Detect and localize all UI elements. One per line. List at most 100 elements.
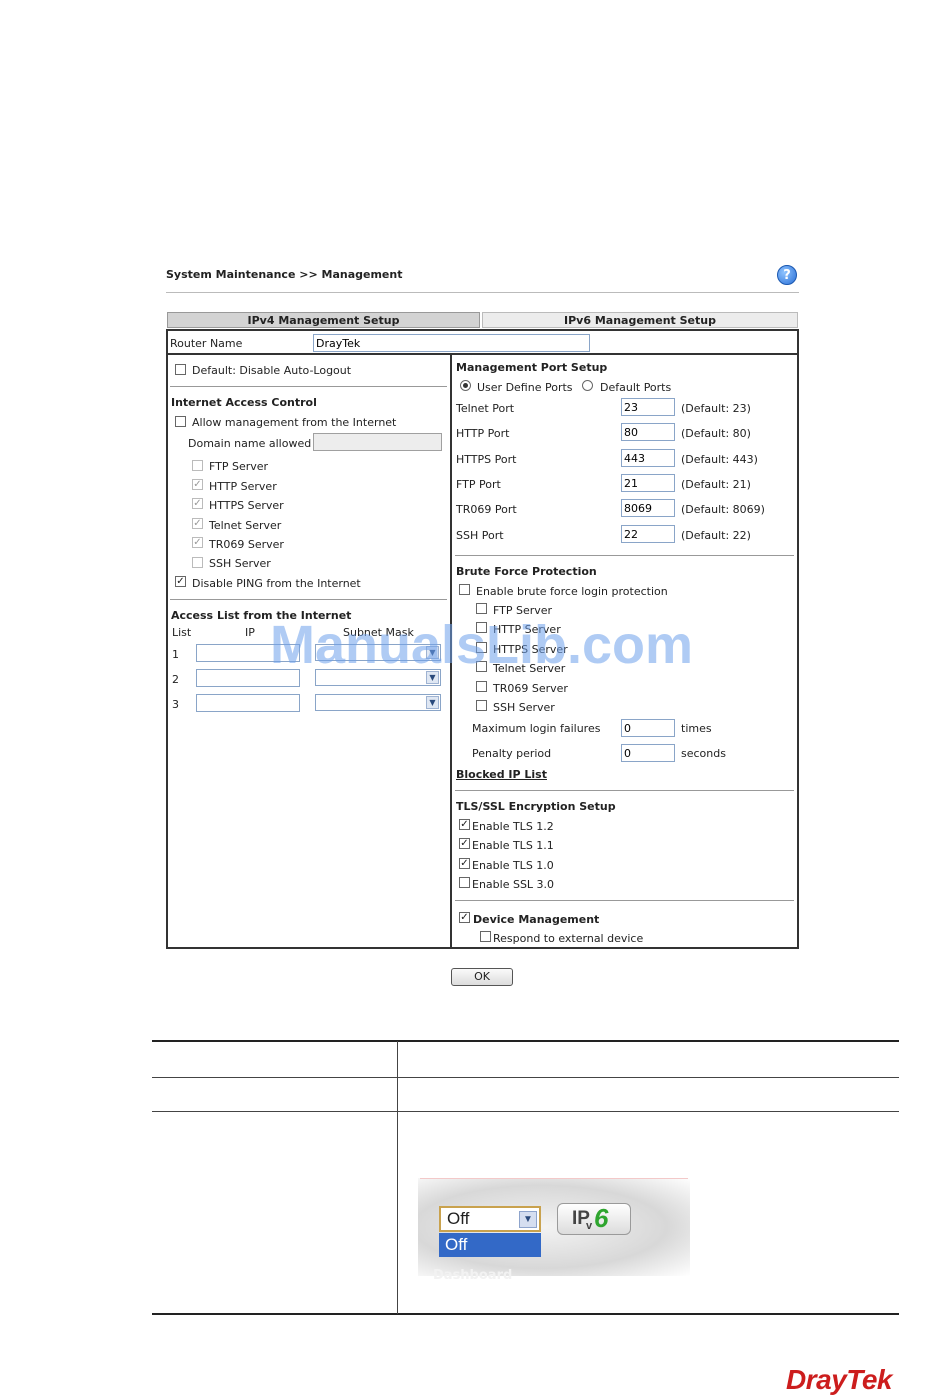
iac-ssh-checkbox[interactable] [192, 557, 203, 568]
section-divider [455, 555, 794, 556]
penalty-period-unit: seconds [681, 747, 726, 760]
disable-ping-checkbox[interactable]: ✓ [175, 576, 186, 587]
iac-http-label: HTTP Server [209, 480, 277, 493]
page-title: System Maintenance >> Management [166, 268, 403, 281]
https-port-label: HTTPS Port [456, 453, 517, 466]
device-management-checkbox[interactable]: ✓ [459, 912, 470, 923]
penalty-period-input[interactable] [621, 744, 675, 762]
internet-access-control-heading: Internet Access Control [171, 396, 317, 409]
ipv6-button[interactable]: IP v 6 [557, 1203, 631, 1235]
iac-tr069-label: TR069 Server [209, 538, 284, 551]
default-ports-radio[interactable] [582, 380, 593, 391]
ssl30-checkbox[interactable] [459, 877, 470, 888]
table-row-rule [152, 1111, 899, 1112]
tls10-checkbox[interactable]: ✓ [459, 858, 470, 869]
max-login-failures-label: Maximum login failures [472, 722, 601, 735]
draytek-logo: DrayTek [786, 1364, 892, 1396]
tls12-label: Enable TLS 1.2 [472, 820, 554, 833]
iac-ftp-label: FTP Server [209, 460, 269, 473]
ssh-port-default: (Default: 22) [681, 529, 751, 542]
https-port-input[interactable] [621, 449, 675, 467]
respond-external-checkbox[interactable] [480, 931, 491, 942]
auto-logout-checkbox[interactable] [175, 364, 186, 375]
tr069-port-label: TR069 Port [456, 503, 517, 516]
domain-name-input[interactable] [313, 433, 442, 451]
iac-https-label: HTTPS Server [209, 499, 284, 512]
penalty-period-label: Penalty period [472, 747, 552, 760]
tab-ipv6-management[interactable]: IPv6 Management Setup [482, 312, 798, 328]
iac-http-checkbox[interactable]: ✓ [192, 479, 203, 490]
subnet-mask-select[interactable]: ▼ [315, 694, 441, 711]
tr069-port-default: (Default: 8069) [681, 503, 765, 516]
bfp-ssh-label: SSH Server [493, 701, 555, 714]
bfp-ssh-checkbox[interactable] [476, 700, 487, 711]
management-port-heading: Management Port Setup [456, 361, 608, 374]
device-management-label: Device Management [473, 913, 600, 926]
max-login-failures-input[interactable] [621, 719, 675, 737]
access-list-row-num: 2 [172, 673, 179, 686]
watermark: ManualsLib.com [270, 615, 694, 675]
telnet-port-input[interactable] [621, 398, 675, 416]
ssh-port-input[interactable] [621, 525, 675, 543]
tls10-label: Enable TLS 1.0 [472, 859, 554, 872]
tls11-checkbox[interactable]: ✓ [459, 838, 470, 849]
dashboard-select[interactable]: Off ▼ [439, 1206, 541, 1232]
iac-ftp-checkbox[interactable] [192, 460, 203, 471]
section-divider [455, 790, 794, 791]
table-row-rule [152, 1077, 899, 1078]
chevron-down-icon: ▼ [519, 1211, 537, 1228]
http-port-label: HTTP Port [456, 427, 510, 440]
iac-telnet-label: Telnet Server [209, 519, 282, 532]
enable-brute-force-checkbox[interactable] [459, 584, 470, 595]
disable-ping-label: Disable PING from the Internet [192, 577, 361, 590]
max-login-failures-unit: times [681, 722, 712, 735]
default-ports-label: Default Ports [600, 381, 672, 394]
ftp-port-input[interactable] [621, 474, 675, 492]
access-list-row-num: 1 [172, 648, 179, 661]
allow-management-checkbox[interactable] [175, 416, 186, 427]
blocked-ip-list-link[interactable]: Blocked IP List [456, 768, 547, 781]
brute-force-heading: Brute Force Protection [456, 565, 597, 578]
enable-brute-force-label: Enable brute force login protection [476, 585, 668, 598]
telnet-port-default: (Default: 23) [681, 402, 751, 415]
allow-management-label: Allow management from the Internet [192, 416, 397, 429]
help-icon[interactable]: ? [777, 265, 797, 285]
bfp-tr069-label: TR069 Server [493, 682, 568, 695]
http-port-default: (Default: 80) [681, 427, 751, 440]
iac-ssh-label: SSH Server [209, 557, 271, 570]
iac-tr069-checkbox[interactable]: ✓ [192, 537, 203, 548]
section-divider [170, 599, 447, 600]
tls-ssl-heading: TLS/SSL Encryption Setup [456, 800, 616, 813]
dashboard-select-value: Off [447, 1209, 470, 1228]
logo-part2: Tek [846, 1364, 892, 1395]
ipv6-six-text: 6 [594, 1203, 609, 1233]
table-bottom-rule [152, 1313, 899, 1315]
access-list-row-num: 3 [172, 698, 179, 711]
iac-telnet-checkbox[interactable]: ✓ [192, 518, 203, 529]
access-list-col-ip: IP [245, 626, 255, 639]
dashboard-option-off[interactable]: Off [439, 1233, 541, 1257]
screenshot-edge [420, 1178, 688, 1179]
title-divider [166, 292, 799, 293]
respond-external-label: Respond to external device [493, 932, 644, 945]
tab-ipv4-management[interactable]: IPv4 Management Setup [167, 312, 480, 328]
access-list-col-list: List [172, 626, 192, 639]
router-name-input[interactable] [313, 334, 590, 352]
ssh-port-label: SSH Port [456, 529, 504, 542]
iac-https-checkbox[interactable]: ✓ [192, 498, 203, 509]
auto-logout-label: Default: Disable Auto-Logout [192, 364, 352, 377]
ok-button[interactable]: OK [451, 968, 513, 986]
user-define-radio[interactable] [460, 380, 471, 391]
bfp-ftp-checkbox[interactable] [476, 603, 487, 614]
section-divider [170, 386, 447, 387]
domain-name-label: Domain name allowed [188, 437, 312, 450]
tls11-label: Enable TLS 1.1 [472, 839, 554, 852]
ssl30-label: Enable SSL 3.0 [472, 878, 555, 891]
bfp-tr069-checkbox[interactable] [476, 681, 487, 692]
access-list-ip-input[interactable] [196, 694, 300, 712]
tls12-checkbox[interactable]: ✓ [459, 819, 470, 830]
http-port-input[interactable] [621, 423, 675, 441]
tr069-port-input[interactable] [621, 499, 675, 517]
table-top-rule [152, 1040, 899, 1042]
router-name-label: Router Name [170, 337, 243, 350]
